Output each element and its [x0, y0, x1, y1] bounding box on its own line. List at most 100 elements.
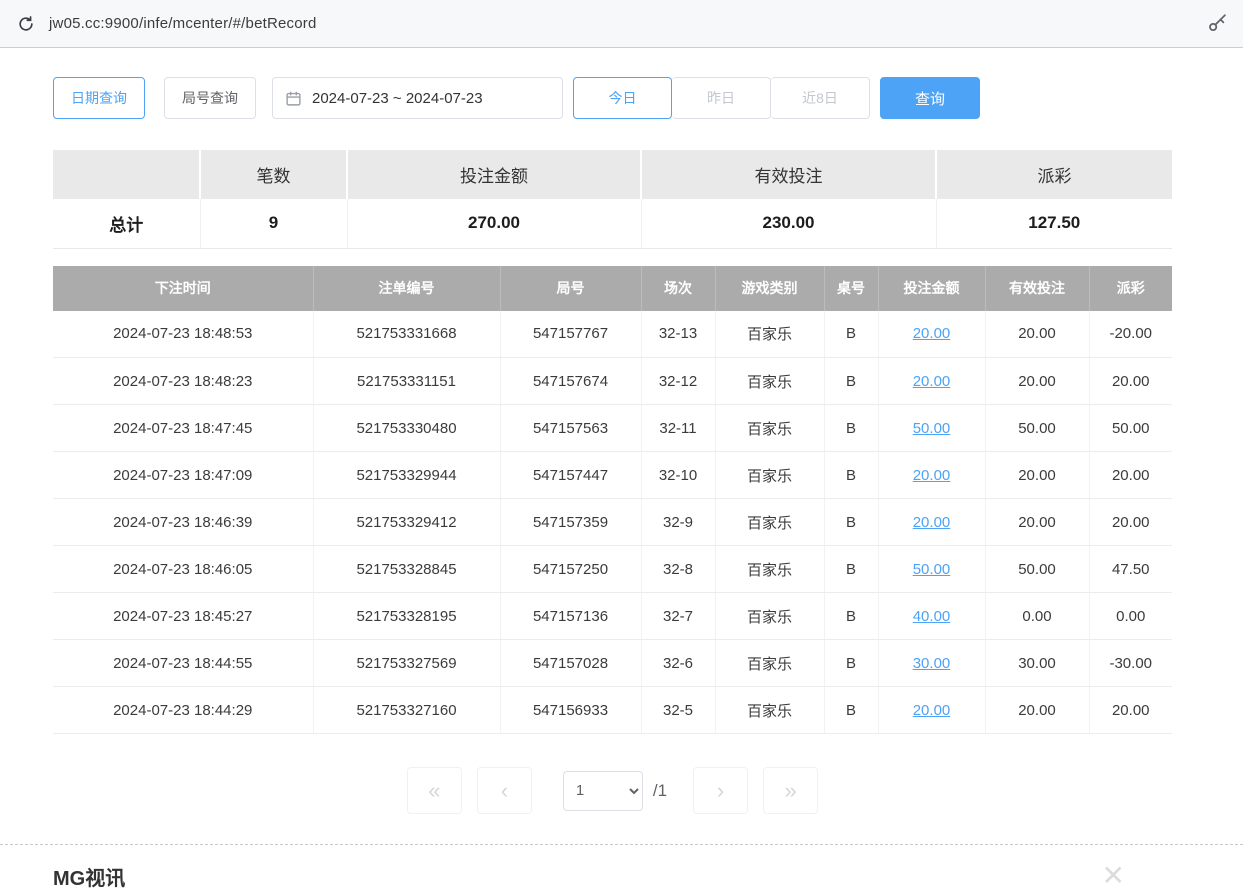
- last8days-button[interactable]: 近8日: [771, 77, 870, 119]
- order-no-cell: 521753328845: [313, 546, 500, 593]
- summary-header-cell: 笔数: [200, 150, 347, 199]
- bet-table-header-cell: 桌号: [824, 266, 878, 311]
- session-cell: 32-11: [641, 405, 715, 452]
- payout-cell: -30.00: [1089, 640, 1172, 687]
- password-key-icon[interactable]: [1205, 12, 1229, 36]
- order-no-cell: 521753329412: [313, 499, 500, 546]
- session-cell: 32-5: [641, 687, 715, 734]
- bet-amount-cell: 20.00: [878, 358, 985, 405]
- next-page-icon: ›: [717, 780, 724, 802]
- table-row: 2024-07-23 18:47:09521753329944547157447…: [53, 452, 1172, 499]
- payout-cell: 50.00: [1089, 405, 1172, 452]
- order-no-cell: 521753331668: [313, 311, 500, 358]
- valid-bet-cell: 20.00: [985, 452, 1089, 499]
- bet-table-header-cell: 注单编号: [313, 266, 500, 311]
- tab-switcher-icon[interactable]: [14, 12, 38, 36]
- round-no-cell: 547156933: [500, 687, 641, 734]
- game-type-cell: 百家乐: [715, 640, 824, 687]
- round-no-cell: 547157563: [500, 405, 641, 452]
- page-select[interactable]: 1: [563, 771, 643, 811]
- table-no-cell: B: [824, 640, 878, 687]
- session-cell: 32-8: [641, 546, 715, 593]
- payout-cell: 20.00: [1089, 452, 1172, 499]
- table-row: 2024-07-23 18:44:55521753327569547157028…: [53, 640, 1172, 687]
- bet-time-cell: 2024-07-23 18:45:27: [53, 593, 313, 640]
- game-type-cell: 百家乐: [715, 593, 824, 640]
- bet-amount-link[interactable]: 20.00: [913, 467, 951, 484]
- valid-bet-cell: 50.00: [985, 546, 1089, 593]
- payout-cell: 20.00: [1089, 358, 1172, 405]
- bet-amount-cell: 20.00: [878, 452, 985, 499]
- bet-amount-link[interactable]: 20.00: [913, 702, 951, 719]
- order-no-cell: 521753328195: [313, 593, 500, 640]
- round-no-cell: 547157359: [500, 499, 641, 546]
- game-type-cell: 百家乐: [715, 546, 824, 593]
- bet-amount-cell: 40.00: [878, 593, 985, 640]
- bet-amount-link[interactable]: 20.00: [913, 325, 951, 342]
- game-type-cell: 百家乐: [715, 358, 824, 405]
- summary-header-row: 笔数投注金额有效投注派彩: [53, 150, 1172, 199]
- order-no-cell: 521753331151: [313, 358, 500, 405]
- url-text[interactable]: jw05.cc:9900/infe/mcenter/#/betRecord: [49, 15, 1194, 32]
- bet-table-header-cell: 下注时间: [53, 266, 313, 311]
- filter-toolbar: 日期查询 局号查询 2024-07-23 ~ 2024-07-23 今日 昨日 …: [53, 77, 1172, 119]
- today-button[interactable]: 今日: [573, 77, 672, 119]
- game-type-cell: 百家乐: [715, 687, 824, 734]
- table-no-cell: B: [824, 358, 878, 405]
- session-cell: 32-7: [641, 593, 715, 640]
- table-row: 2024-07-23 18:48:23521753331151547157674…: [53, 358, 1172, 405]
- valid-bet-cell: 20.00: [985, 358, 1089, 405]
- payout-cell: 47.50: [1089, 546, 1172, 593]
- bet-amount-link[interactable]: 50.00: [913, 561, 951, 578]
- summary-value-cell: 127.50: [936, 199, 1172, 248]
- bet-amount-link[interactable]: 30.00: [913, 655, 951, 672]
- calendar-icon: [285, 90, 302, 107]
- bet-time-cell: 2024-07-23 18:48:53: [53, 311, 313, 358]
- last-page-button[interactable]: »: [763, 767, 818, 814]
- table-row: 2024-07-23 18:48:53521753331668547157767…: [53, 311, 1172, 358]
- search-button[interactable]: 查询: [880, 77, 980, 119]
- round-query-button[interactable]: 局号查询: [164, 77, 256, 119]
- bet-amount-link[interactable]: 50.00: [913, 420, 951, 437]
- table-row: 2024-07-23 18:46:39521753329412547157359…: [53, 499, 1172, 546]
- prev-page-button[interactable]: ‹: [477, 767, 532, 814]
- summary-table: 笔数投注金额有效投注派彩 总计9270.00230.00127.50: [53, 150, 1172, 249]
- next-section-header[interactable]: MG视讯 ✕: [53, 862, 1172, 891]
- session-cell: 32-9: [641, 499, 715, 546]
- table-no-cell: B: [824, 452, 878, 499]
- date-query-button[interactable]: 日期查询: [53, 77, 145, 119]
- date-range-input[interactable]: 2024-07-23 ~ 2024-07-23: [272, 77, 563, 119]
- table-no-cell: B: [824, 499, 878, 546]
- session-cell: 32-13: [641, 311, 715, 358]
- game-type-cell: 百家乐: [715, 311, 824, 358]
- bet-amount-link[interactable]: 20.00: [913, 514, 951, 531]
- summary-header-cell: 有效投注: [641, 150, 936, 199]
- bet-table-body: 2024-07-23 18:48:53521753331668547157767…: [53, 311, 1172, 734]
- round-no-cell: 547157767: [500, 311, 641, 358]
- summary-header-cell: [53, 150, 200, 199]
- first-page-button[interactable]: «: [407, 767, 462, 814]
- bet-amount-link[interactable]: 40.00: [913, 608, 951, 625]
- browser-url-bar: jw05.cc:9900/infe/mcenter/#/betRecord: [0, 0, 1243, 48]
- bet-time-cell: 2024-07-23 18:48:23: [53, 358, 313, 405]
- valid-bet-cell: 0.00: [985, 593, 1089, 640]
- round-no-cell: 547157028: [500, 640, 641, 687]
- bet-table-header-cell: 派彩: [1089, 266, 1172, 311]
- bet-amount-cell: 20.00: [878, 499, 985, 546]
- bet-record-page: 日期查询 局号查询 2024-07-23 ~ 2024-07-23 今日 昨日 …: [53, 77, 1172, 814]
- order-no-cell: 521753327569: [313, 640, 500, 687]
- collapse-icon[interactable]: ✕: [1102, 862, 1125, 890]
- yesterday-button[interactable]: 昨日: [672, 77, 771, 119]
- summary-header-cell: 投注金额: [347, 150, 641, 199]
- summary-value-cell: 230.00: [641, 199, 936, 248]
- bet-time-cell: 2024-07-23 18:47:45: [53, 405, 313, 452]
- round-no-cell: 547157447: [500, 452, 641, 499]
- summary-body-row: 总计9270.00230.00127.50: [53, 199, 1172, 248]
- session-cell: 32-6: [641, 640, 715, 687]
- game-type-cell: 百家乐: [715, 452, 824, 499]
- next-page-button[interactable]: ›: [693, 767, 748, 814]
- table-no-cell: B: [824, 405, 878, 452]
- bet-time-cell: 2024-07-23 18:46:39: [53, 499, 313, 546]
- bet-amount-link[interactable]: 20.00: [913, 373, 951, 390]
- valid-bet-cell: 20.00: [985, 499, 1089, 546]
